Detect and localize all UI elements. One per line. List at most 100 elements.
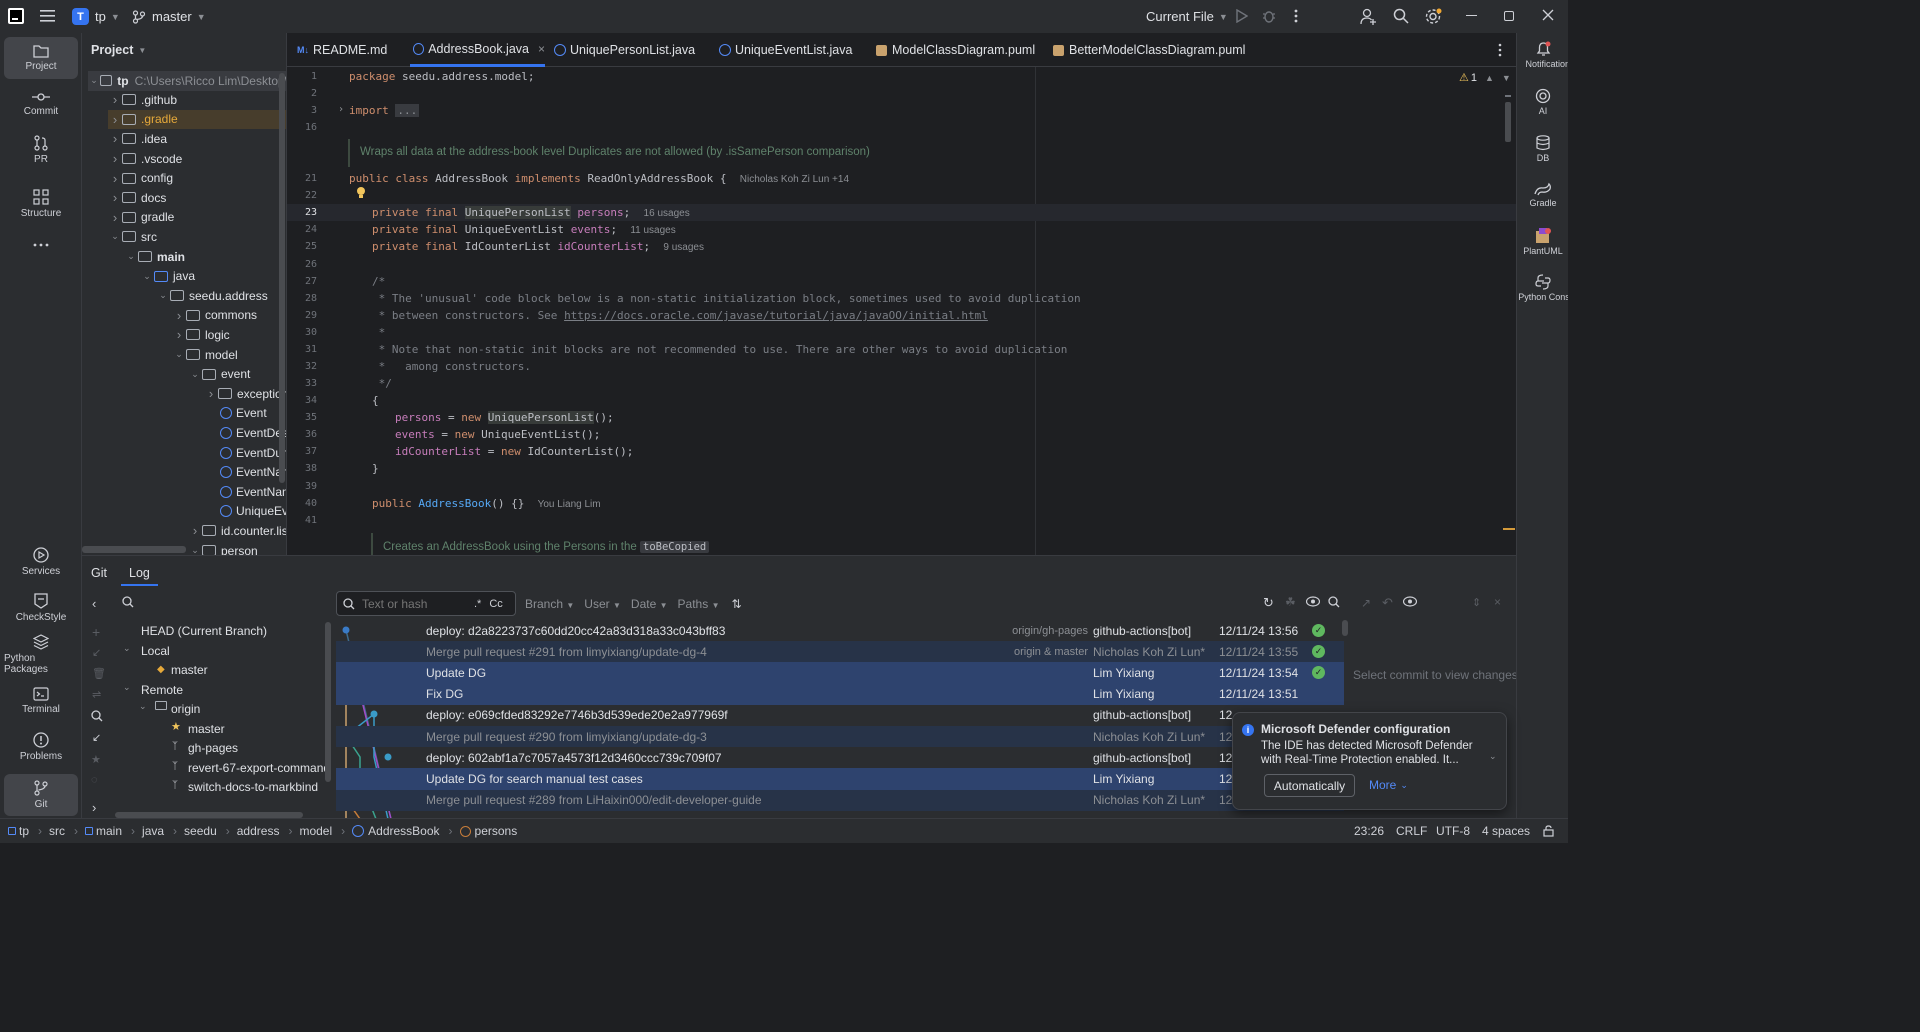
favorite-icon[interactable]: ★ [91, 753, 101, 766]
breadcrumb-item[interactable]: src [49, 824, 65, 838]
collapse-icon[interactable]: × [1494, 595, 1501, 609]
tool-ai[interactable]: AI [1517, 88, 1568, 116]
chevron-down-icon[interactable]: ⌄ [172, 349, 186, 360]
sort-icon[interactable]: ⇅ [731, 597, 741, 611]
branch-origin-revert[interactable]: revert-67-export-command [188, 761, 327, 775]
tool-python-console[interactable]: Python Console [1517, 274, 1568, 302]
branch-switcher[interactable]: master ▼ [132, 9, 206, 24]
expand-right-icon[interactable]: › [92, 800, 96, 815]
commit-row[interactable]: Update DG for search manual test cases Li… [336, 768, 1344, 790]
tree-item[interactable]: EventDura [204, 443, 286, 463]
branch-group-local[interactable]: Local [141, 644, 170, 658]
tool-notifications[interactable]: Notifications [1517, 41, 1568, 69]
eye-icon[interactable] [1306, 596, 1320, 607]
commit-search-box[interactable]: .* Cc [336, 591, 516, 616]
breadcrumb-item[interactable]: java [142, 824, 164, 838]
revert-icon[interactable]: ↶ [1382, 595, 1393, 611]
commit-row[interactable]: deploy: 602abf1a7c7057a4573f12d3460ccc73… [336, 747, 1344, 768]
more-tools-icon[interactable] [4, 225, 78, 267]
branch-search-input[interactable] [140, 592, 330, 612]
code-editor[interactable]: ⚠ 1 ▲ ▼ 1 2 3 16 21 22 23 24 25 26 27 28… [287, 67, 1516, 555]
tool-python-packages[interactable]: Python Packages [4, 633, 78, 675]
branch-origin-switch-docs[interactable]: switch-docs-to-markbind [188, 780, 318, 794]
tool-structure[interactable]: Structure [4, 183, 78, 225]
minimize-icon[interactable] [1466, 15, 1477, 17]
tree-item[interactable]: ⌄ event [188, 364, 286, 384]
tree-item[interactable]: EventDesc [204, 423, 286, 443]
tree-item[interactable]: › gradle [108, 208, 286, 228]
tree-item[interactable]: › config [108, 168, 286, 188]
tab-bettermodelclassdiagram[interactable]: BetterModelClassDiagram.puml [1053, 33, 1245, 67]
search-icon[interactable] [1328, 596, 1340, 608]
tool-database[interactable]: DB [1517, 135, 1568, 163]
chevron-up-icon[interactable]: ▲ [1485, 73, 1494, 83]
chevron-right-icon[interactable]: › [108, 190, 122, 205]
regex-toggle-icon[interactable]: .* [474, 598, 481, 610]
tab-uniquepersonlist[interactable]: UniquePersonList.java [554, 33, 695, 67]
project-switcher[interactable]: T tp ▼ [72, 8, 120, 25]
branch-head[interactable]: HEAD (Current Branch) [141, 624, 267, 638]
tool-problems[interactable]: Problems [4, 726, 78, 768]
caret-position[interactable]: 23:26 [1354, 824, 1384, 838]
commit-row[interactable]: Merge pull request #291 from limyixiang/… [336, 641, 1344, 663]
breadcrumb-item[interactable]: seedu [184, 824, 217, 838]
chevron-down-icon[interactable]: ▼ [1502, 73, 1511, 83]
main-menu-icon[interactable] [40, 9, 55, 23]
chevron-right-icon[interactable]: › [204, 386, 218, 401]
branch-local-master[interactable]: master [171, 663, 208, 677]
tool-plantuml[interactable]: PlantUML [1517, 227, 1568, 256]
tool-project[interactable]: Project [4, 37, 78, 79]
compare-icon[interactable]: ⇌ [92, 688, 101, 701]
editor-scrollbar[interactable] [1505, 102, 1511, 142]
chevron-down-icon[interactable]: ⌄ [156, 290, 170, 301]
automatically-button[interactable]: Automatically [1264, 774, 1355, 797]
tree-item[interactable]: › logic [172, 325, 286, 345]
tree-item[interactable]: › .vscode [108, 149, 286, 169]
expand-icon[interactable]: ⇕ [1472, 596, 1481, 609]
tree-item[interactable]: › .gradle [108, 109, 286, 130]
tool-gradle[interactable]: Gradle [1517, 182, 1568, 208]
breadcrumb-item[interactable]: model [299, 824, 332, 838]
line-separator[interactable]: CRLF [1396, 824, 1427, 838]
chevron-right-icon[interactable]: › [108, 92, 122, 107]
chevron-right-icon[interactable]: › [108, 210, 122, 225]
project-panel-header[interactable]: Project ▼ [91, 43, 146, 57]
branch-origin-master[interactable]: master [188, 722, 225, 736]
tool-services[interactable]: Services [4, 541, 78, 583]
project-scrollbar[interactable] [279, 73, 285, 483]
chevron-right-icon[interactable]: › [108, 112, 122, 127]
tab-addressbook[interactable]: AddressBook.java × [410, 33, 545, 67]
checkout-icon[interactable]: ↙ [92, 646, 101, 659]
fetch-icon[interactable]: ◌ [91, 774, 98, 786]
chevron-right-icon[interactable]: › [172, 327, 186, 342]
preview-eye-icon[interactable] [1403, 596, 1417, 607]
commit-row[interactable]: deploy: e069cfded83292e7746b3d539ede20e2… [336, 705, 1344, 726]
branch-origin-gh-pages[interactable]: gh-pages [188, 741, 238, 755]
chevron-right-icon[interactable]: › [188, 523, 202, 538]
delete-icon[interactable]: 🗑 [92, 667, 106, 680]
chevron-down-icon[interactable]: ⌄ [188, 545, 202, 555]
chevron-right-icon[interactable]: › [108, 131, 122, 146]
tree-item[interactable]: EventName [204, 482, 286, 502]
tree-item[interactable]: › docs [108, 188, 286, 208]
pin-icon[interactable]: ↗ [1361, 596, 1371, 610]
project-horizontal-scrollbar[interactable] [82, 546, 186, 553]
tree-item[interactable]: ⌄ src [108, 227, 286, 247]
check-passed-icon[interactable]: ✓ [1312, 624, 1325, 637]
tree-item[interactable]: › id.counter.list [188, 521, 286, 541]
commit-row[interactable]: Update DG Lim Yixiang 12/11/24 13:54 ✓ [336, 662, 1344, 684]
tab-log[interactable]: Log [121, 558, 158, 586]
update-icon[interactable]: ↙ [92, 731, 101, 744]
chevron-down-icon[interactable]: ⌄ [124, 251, 138, 262]
close-tab-icon[interactable]: × [538, 42, 545, 56]
tool-commit[interactable]: Commit [4, 83, 78, 125]
chevron-down-icon[interactable]: ⌄ [123, 643, 131, 654]
tree-root[interactable]: ⌄ tp C:\Users\Ricco Lim\Desktop\ [88, 71, 286, 91]
tree-item[interactable]: ⌄ model [172, 345, 286, 365]
tree-item[interactable]: › commons [172, 306, 286, 326]
chevron-right-icon[interactable]: › [108, 171, 122, 186]
collapse-left-icon[interactable]: ‹ [92, 596, 96, 611]
chevron-down-icon[interactable]: ⌄ [108, 231, 122, 242]
commit-row[interactable]: Merge pull request #289 from LiHaixin000… [336, 789, 1344, 811]
tab-readme[interactable]: M↓ README.md [297, 33, 387, 67]
